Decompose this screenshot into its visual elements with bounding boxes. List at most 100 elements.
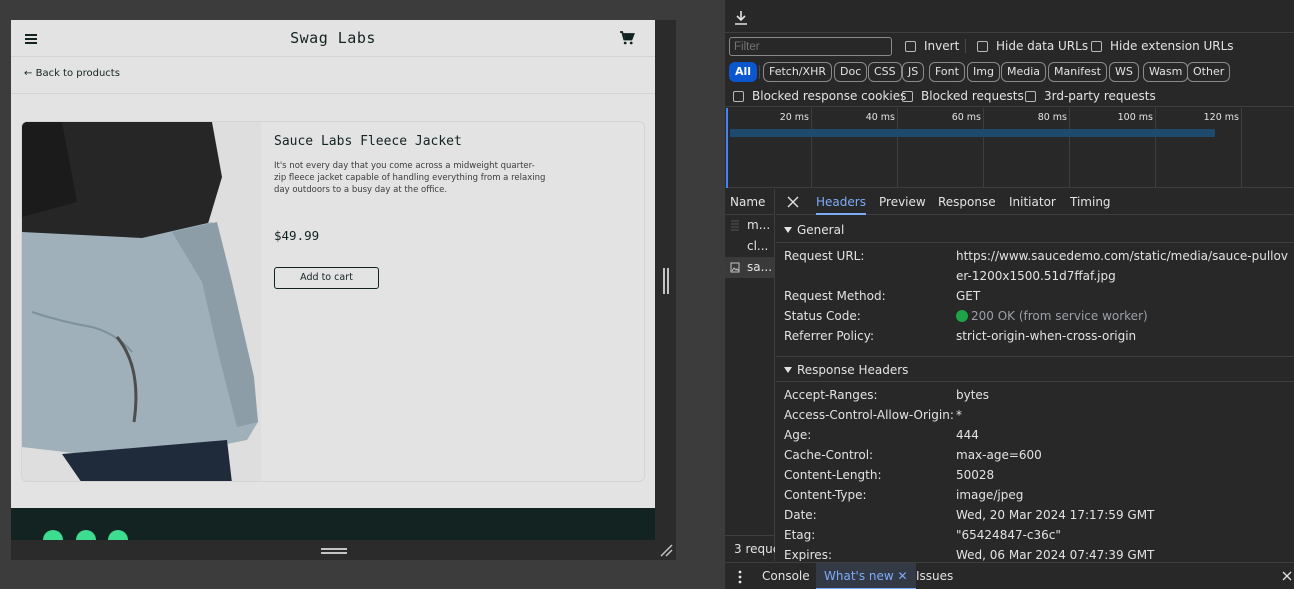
- header-value: https://www.saucedemo.com/static/media/s…: [956, 249, 1288, 283]
- filter-chip-other[interactable]: Other: [1187, 62, 1231, 82]
- header-row: Date: Wed, 20 Mar 2024 17:17:59 GMT: [784, 505, 1289, 525]
- document-file-icon: [731, 220, 739, 231]
- drawer-tab-issues[interactable]: Issues: [916, 563, 953, 589]
- tab-response[interactable]: Response: [938, 189, 996, 215]
- header-value: image/jpeg: [956, 488, 1024, 502]
- filter-chip-js[interactable]: JS: [902, 62, 925, 82]
- header-value: 50028: [956, 468, 995, 482]
- invert-checkbox[interactable]: Invert: [905, 39, 959, 53]
- site-title: Swag Labs: [290, 29, 376, 47]
- blocked-requests-checkbox[interactable]: Blocked requests: [902, 89, 1024, 103]
- timeline-gridline: [811, 108, 812, 188]
- header-key: Referrer Policy:: [784, 329, 874, 343]
- blocked-response-cookies-checkbox[interactable]: Blocked response cookies: [733, 89, 906, 103]
- tab-preview[interactable]: Preview: [879, 189, 926, 215]
- checkbox-box: [1091, 40, 1102, 52]
- header-row-status-code: Status Code: 200 OK (from service worker…: [784, 306, 1289, 326]
- triangle-down-icon: [784, 367, 792, 373]
- drawer-tab-console[interactable]: Console: [762, 563, 810, 589]
- header-row: Content-Length: 50028: [784, 465, 1289, 485]
- header-row-referrer-policy: Referrer Policy: strict-origin-when-cros…: [784, 326, 1289, 346]
- header-value: Wed, 20 Mar 2024 17:17:59 GMT: [956, 508, 1155, 522]
- header-key: Request URL:: [784, 249, 865, 263]
- request-count-status: 3 reque: [725, 535, 775, 561]
- close-icon[interactable]: ✕: [898, 569, 908, 583]
- hide-data-urls-checkbox[interactable]: Hide data URLs: [977, 39, 1088, 53]
- product-description: It's not every day that you come across …: [274, 161, 546, 195]
- network-timeline-overview[interactable]: 20 ms 40 ms 60 ms 80 ms 100 ms 120 ms: [725, 108, 1294, 188]
- add-to-cart-button[interactable]: Add to cart: [274, 267, 379, 289]
- separator: [759, 65, 760, 79]
- tab-initiator[interactable]: Initiator: [1009, 189, 1056, 215]
- header-row: Cache-Control: max-age=600: [784, 445, 1289, 465]
- site-footer: [11, 508, 655, 540]
- linkedin-icon[interactable]: [108, 530, 128, 540]
- filter-chip-font[interactable]: Font: [929, 62, 965, 82]
- invert-label: Invert: [924, 39, 960, 53]
- width-resize-handle[interactable]: [663, 268, 669, 294]
- general-section-header[interactable]: General: [776, 217, 1294, 243]
- third-party-requests-checkbox[interactable]: 3rd-party requests: [1025, 89, 1156, 103]
- hide-extension-urls-checkbox[interactable]: Hide extension URLs: [1091, 39, 1234, 53]
- header-row: Age: 444: [784, 425, 1289, 445]
- timeline-request-bar: [730, 129, 1215, 137]
- header-key: Cache-Control:: [784, 448, 874, 462]
- name-column-header[interactable]: Name: [725, 189, 774, 215]
- checkbox-box: [905, 40, 916, 52]
- filter-chip-doc[interactable]: Doc: [834, 62, 868, 82]
- blank-file-icon: [730, 241, 740, 252]
- tab-timing[interactable]: Timing: [1070, 189, 1111, 215]
- request-row[interactable]: m...: [725, 215, 774, 236]
- filter-chip-img[interactable]: Img: [967, 62, 1000, 82]
- close-drawer-icon[interactable]: [1282, 571, 1292, 581]
- header-row-request-method: Request Method: GET: [784, 286, 1289, 306]
- filter-chip-manifest[interactable]: Manifest: [1048, 62, 1107, 82]
- drawer-tab-bar: Console What's new ✕ Issues: [725, 562, 1294, 589]
- network-toolbar: [725, 0, 1294, 33]
- product-details-card: Sauce Labs Fleece Jacket It's not every …: [21, 121, 645, 482]
- header-value: max-age=600: [956, 448, 1042, 462]
- filter-chip-css[interactable]: CSS: [868, 62, 902, 82]
- header-key: Age:: [784, 428, 812, 442]
- header-value: 444: [956, 428, 979, 442]
- filter-chip-all[interactable]: All: [729, 62, 758, 82]
- filter-chip-wasm[interactable]: Wasm: [1143, 62, 1189, 82]
- header-key: Expires:: [784, 548, 832, 561]
- detail-tab-bar: Headers Preview Response Initiator Timin…: [776, 189, 1294, 215]
- timeline-cursor: [726, 108, 728, 188]
- request-row[interactable]: cl...: [725, 236, 774, 257]
- product-image: [22, 122, 261, 481]
- timeline-gridline: [897, 108, 898, 188]
- close-icon[interactable]: [786, 195, 800, 209]
- facebook-icon[interactable]: [76, 530, 96, 540]
- filter-chip-ws[interactable]: WS: [1109, 62, 1139, 82]
- twitter-icon[interactable]: [43, 530, 63, 540]
- request-name-column: Name m... cl... sa... 3 reque: [725, 189, 775, 561]
- response-headers-section-header[interactable]: Response Headers: [776, 356, 1294, 382]
- drawer-tab-whats-new[interactable]: What's new ✕: [816, 563, 916, 589]
- image-file-icon: [730, 262, 740, 273]
- more-options-icon[interactable]: [738, 570, 742, 584]
- download-icon[interactable]: [733, 10, 749, 26]
- device-emulation-area: Swag Labs ← Back to products Sauce Labs …: [0, 0, 725, 589]
- hide-extension-urls-label: Hide extension URLs: [1110, 39, 1234, 53]
- corner-resize-handle-icon[interactable]: [659, 543, 673, 557]
- triangle-down-icon: [784, 227, 792, 233]
- fleece-jacket-photo: [22, 122, 261, 481]
- back-link-label: Back to products: [35, 68, 120, 79]
- filter-input[interactable]: [729, 37, 892, 56]
- filter-chip-fetch-xhr[interactable]: Fetch/XHR: [763, 62, 832, 82]
- shopping-cart-icon[interactable]: [619, 30, 635, 46]
- height-resize-handle[interactable]: [321, 548, 347, 554]
- blocked-filters-row: Blocked response cookies Blocked request…: [725, 85, 1294, 107]
- status-ok-icon: [956, 310, 968, 322]
- checkbox-box: [902, 90, 913, 102]
- header-key: Date:: [784, 508, 817, 522]
- back-to-products-link[interactable]: ← Back to products: [24, 68, 120, 79]
- filter-chip-media[interactable]: Media: [1001, 62, 1047, 82]
- header-key: Request Method:: [784, 289, 886, 303]
- header-value: 200 OK (from service worker): [971, 309, 1148, 323]
- tab-headers[interactable]: Headers: [816, 189, 866, 215]
- request-row-selected[interactable]: sa...: [725, 257, 774, 278]
- checkbox-box: [733, 90, 744, 102]
